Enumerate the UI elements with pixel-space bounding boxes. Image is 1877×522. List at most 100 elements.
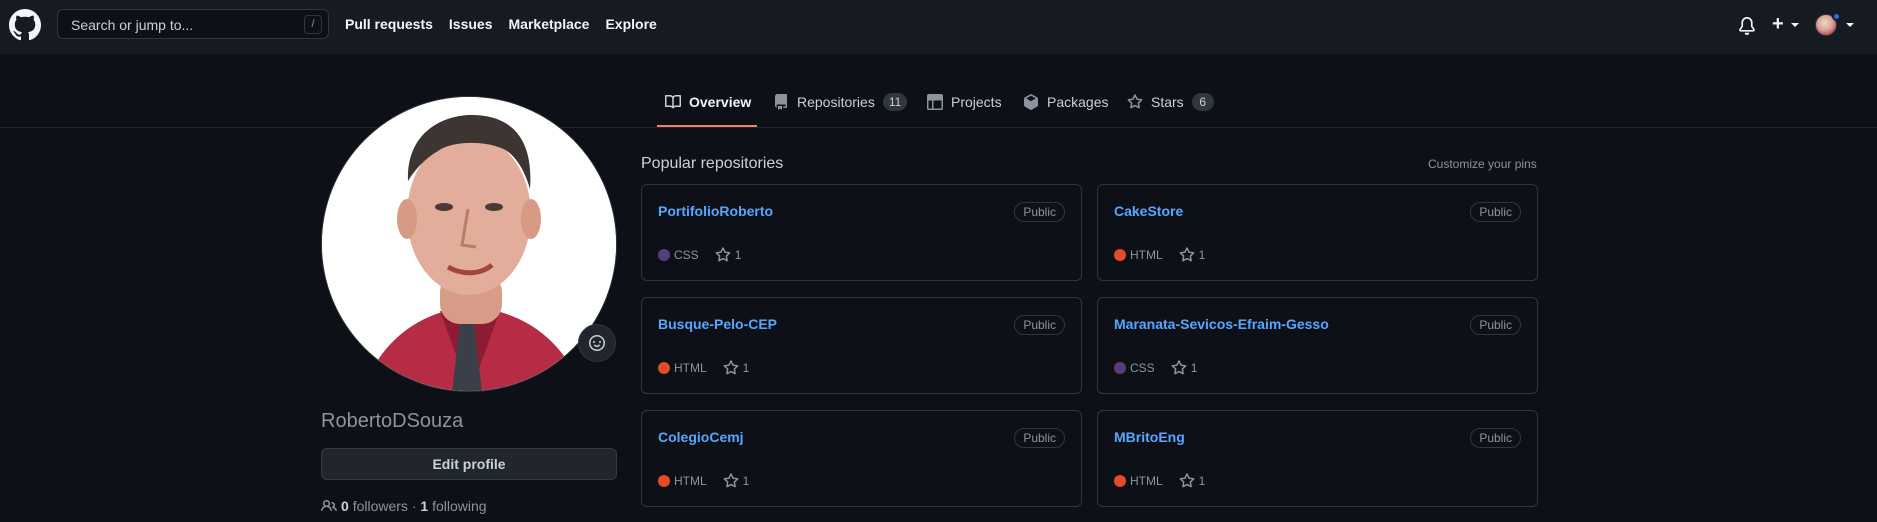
tab-packages[interactable]: Packages: [1023, 92, 1108, 112]
repo-meta: CSS 1: [658, 247, 741, 263]
repo-stargazers-link[interactable]: 1: [723, 360, 750, 376]
customize-pins-link[interactable]: Customize your pins: [1428, 157, 1537, 171]
tab-label: Overview: [689, 94, 752, 110]
repo-meta: HTML 1: [1114, 247, 1205, 263]
language-color-dot: [1114, 362, 1126, 374]
stars-count: 6: [1191, 93, 1214, 111]
star-icon: [1179, 473, 1195, 488]
top-header: Search or jump to... / Pull requests Iss…: [0, 0, 1877, 54]
repo-card: MBritoEng Public HTML 1: [1097, 410, 1538, 507]
nav-marketplace[interactable]: Marketplace: [509, 16, 590, 32]
chevron-down-icon[interactable]: [1791, 23, 1799, 27]
repo-name-link[interactable]: PortifolioRoberto: [658, 203, 773, 219]
tab-label: Projects: [951, 94, 1002, 110]
repo-card: Maranata-Sevicos-Efraim-Gesso Public CSS 1: [1097, 297, 1538, 394]
search-placeholder: Search or jump to...: [71, 17, 194, 33]
repo-meta: HTML 1: [658, 360, 749, 376]
repo-name-link[interactable]: Maranata-Sevicos-Efraim-Gesso: [1114, 316, 1329, 332]
repo-language: HTML: [674, 474, 707, 488]
language-color-dot: [658, 362, 670, 374]
repo-card: ColegioCemj Public HTML 1: [641, 410, 1082, 507]
language-color-dot: [1114, 475, 1126, 487]
global-nav: Pull requests Issues Marketplace Explore: [345, 16, 657, 32]
smiley-icon: [589, 335, 605, 351]
nav-explore[interactable]: Explore: [605, 16, 656, 32]
table-icon: [927, 94, 943, 110]
repo-language: HTML: [674, 361, 707, 375]
profile-photo: [322, 97, 616, 391]
repo-stargazers-link[interactable]: 1: [1179, 473, 1206, 489]
language-color-dot: [658, 475, 670, 487]
repo-language: CSS: [674, 248, 699, 262]
repo-icon: [775, 94, 787, 110]
visibility-badge: Public: [1014, 202, 1065, 222]
star-icon: [1171, 360, 1187, 375]
nav-issues[interactable]: Issues: [449, 16, 493, 32]
repo-name-link[interactable]: CakeStore: [1114, 203, 1183, 219]
shortcut-key: /: [304, 15, 322, 34]
repo-name-link[interactable]: ColegioCemj: [658, 429, 744, 445]
star-icon: [723, 473, 739, 488]
nav-pull-requests[interactable]: Pull requests: [345, 16, 433, 32]
following-label[interactable]: following: [432, 498, 486, 514]
repo-meta: CSS 1: [1114, 360, 1197, 376]
visibility-badge: Public: [1014, 315, 1065, 335]
create-new-button[interactable]: +: [1772, 13, 1784, 36]
star-count: 1: [742, 361, 750, 375]
profile-username: RobertoDSouza: [321, 410, 464, 432]
profile-avatar[interactable]: [321, 96, 617, 392]
repo-language: CSS: [1130, 361, 1155, 375]
follow-stats: 0 followers · 1 following: [321, 498, 487, 514]
visibility-badge: Public: [1014, 428, 1065, 448]
star-count: 1: [1198, 248, 1206, 262]
visibility-badge: Public: [1470, 428, 1521, 448]
book-icon: [665, 94, 681, 109]
repo-meta: HTML 1: [658, 473, 749, 489]
bell-icon[interactable]: [1738, 16, 1756, 36]
repo-name-link[interactable]: MBritoEng: [1114, 429, 1185, 445]
followers-label[interactable]: followers: [353, 498, 408, 514]
repo-card: CakeStore Public HTML 1: [1097, 184, 1538, 281]
tab-repositories[interactable]: Repositories 11: [773, 92, 908, 112]
tab-overview[interactable]: Overview: [665, 92, 751, 112]
repo-language: HTML: [1130, 474, 1163, 488]
popular-repos-title: Popular repositories: [641, 155, 784, 172]
tab-stars[interactable]: Stars 6: [1127, 92, 1214, 112]
repo-stargazers-link[interactable]: 1: [1171, 360, 1198, 376]
package-icon: [1024, 94, 1038, 110]
set-status-button[interactable]: [578, 324, 616, 362]
repo-stargazers-link[interactable]: 1: [723, 473, 750, 489]
star-icon: [723, 360, 739, 375]
tab-label: Packages: [1047, 94, 1109, 110]
repo-card: PortifolioRoberto Public CSS 1: [641, 184, 1082, 281]
repo-language: HTML: [1130, 248, 1163, 262]
repo-stargazers-link[interactable]: 1: [1179, 247, 1206, 263]
following-count[interactable]: 1: [420, 498, 428, 514]
notification-dot: [1832, 12, 1841, 21]
star-count: 1: [734, 248, 742, 262]
repo-stargazers-link[interactable]: 1: [715, 247, 742, 263]
repo-meta: HTML 1: [1114, 473, 1205, 489]
tab-projects[interactable]: Projects: [927, 92, 1002, 112]
followers-count[interactable]: 0: [341, 498, 349, 514]
repositories-count: 11: [882, 93, 908, 111]
search-input[interactable]: Search or jump to... /: [57, 9, 329, 39]
tabs-divider: [0, 127, 1877, 128]
tab-label: Stars: [1151, 94, 1184, 110]
star-icon: [1179, 247, 1195, 262]
github-logo-icon[interactable]: [9, 9, 41, 41]
repo-name-link[interactable]: Busque-Pelo-CEP: [658, 316, 777, 332]
star-count: 1: [1198, 474, 1206, 488]
star-icon: [1127, 94, 1143, 109]
edit-profile-button[interactable]: Edit profile: [321, 448, 617, 480]
repo-card: Busque-Pelo-CEP Public HTML 1: [641, 297, 1082, 394]
star-count: 1: [742, 474, 750, 488]
visibility-badge: Public: [1470, 315, 1521, 335]
visibility-badge: Public: [1470, 202, 1521, 222]
star-icon: [715, 247, 731, 262]
separator: ·: [411, 498, 417, 514]
language-color-dot: [1114, 249, 1126, 261]
chevron-down-icon[interactable]: [1846, 23, 1854, 27]
star-count: 1: [1190, 361, 1198, 375]
people-icon: [321, 499, 337, 512]
